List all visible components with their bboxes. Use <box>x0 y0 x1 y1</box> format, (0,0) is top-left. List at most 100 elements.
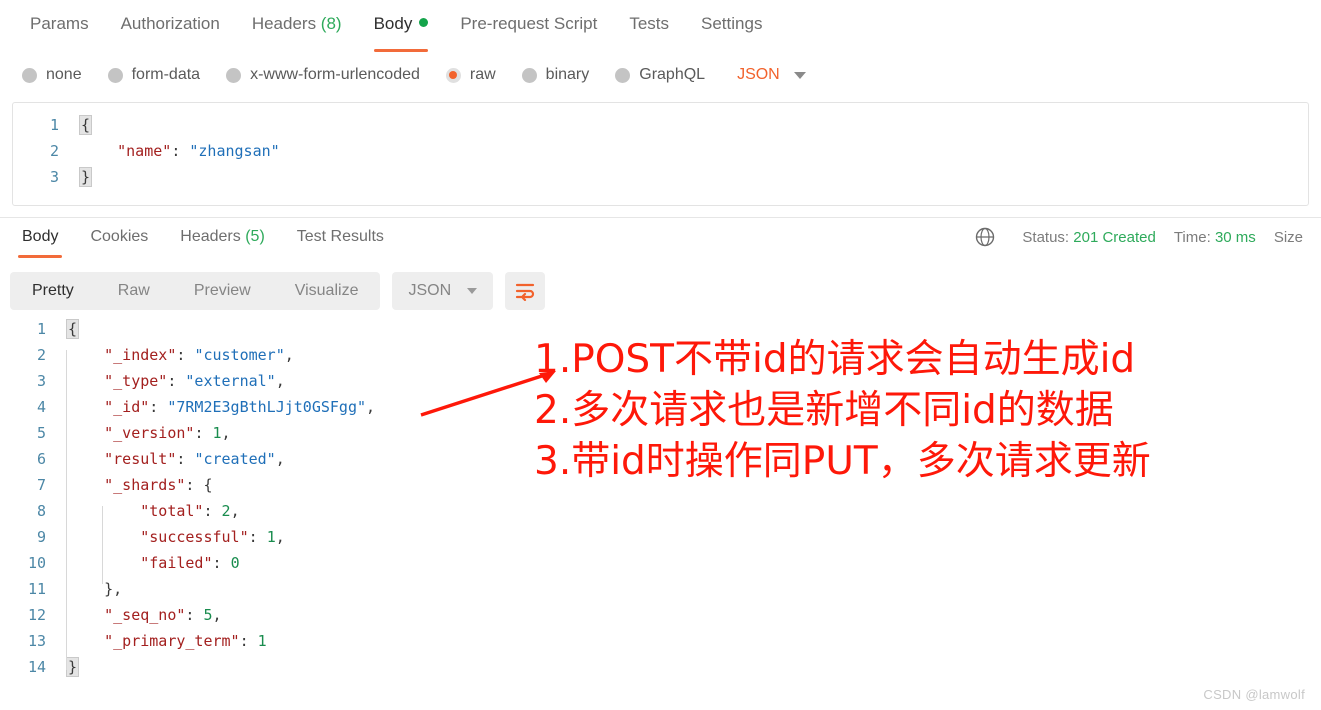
word-wrap-button[interactable] <box>505 272 546 310</box>
code-token: "_shards" <box>104 476 186 494</box>
code-token: "7RM2E3gBthLJjt0GSFgg" <box>167 398 367 416</box>
body-type-graphql[interactable]: GraphQL <box>615 66 705 84</box>
indent-guide <box>66 350 67 670</box>
request-tab-headers[interactable]: Headers (8) <box>236 0 358 35</box>
line-number: 10 <box>27 554 46 572</box>
request-tab-body[interactable]: Body <box>358 0 445 52</box>
code-line: 2 "name": "zhangsan" <box>13 138 1308 164</box>
body-type-label: GraphQL <box>639 66 706 83</box>
code-token: , <box>212 606 222 624</box>
response-tab-cookies[interactable]: Cookies <box>74 218 164 246</box>
code-token: , <box>366 398 376 416</box>
code-token: { <box>79 115 93 135</box>
code-text: "_primary_term": 1 <box>64 628 267 654</box>
line-number: 7 <box>36 476 46 494</box>
code-token: "_primary_term" <box>104 632 240 650</box>
code-token: 1 <box>257 632 267 650</box>
code-token: } <box>79 167 93 187</box>
response-view-toolbar: Pretty Raw Preview Visualize JSON <box>0 260 1321 312</box>
code-token: "_index" <box>104 346 177 364</box>
request-tab-label: Headers <box>251 14 317 33</box>
code-token: }, <box>68 580 123 598</box>
body-type-x-www-form-urlencoded[interactable]: x-www-form-urlencoded <box>226 66 420 84</box>
body-type-raw[interactable]: raw <box>445 66 496 84</box>
response-tab-body[interactable]: Body <box>6 218 74 258</box>
globe-icon[interactable] <box>974 226 996 248</box>
code-line: 1{ <box>13 112 1308 138</box>
line-number: 11 <box>27 580 46 598</box>
code-token: : <box>171 142 190 160</box>
body-modified-dot-icon <box>419 18 429 27</box>
line-number: 13 <box>27 632 46 650</box>
response-view-visualize[interactable]: Visualize <box>273 272 381 310</box>
request-tab-count: (8) <box>316 14 342 33</box>
response-tab-test-results[interactable]: Test Results <box>281 218 400 246</box>
request-tab-tests[interactable]: Tests <box>613 0 685 35</box>
response-format-select[interactable]: JSON <box>392 272 494 310</box>
body-type-label: raw <box>469 66 496 83</box>
request-tab-settings[interactable]: Settings <box>685 0 778 35</box>
code-text: "successful": 1, <box>64 524 285 550</box>
body-type-form-data[interactable]: form-data <box>107 66 201 84</box>
response-view-raw[interactable]: Raw <box>96 272 172 310</box>
body-type-none[interactable]: none <box>22 66 82 84</box>
code-text: "_seq_no": 5, <box>64 602 222 628</box>
body-format-select[interactable]: JSON <box>737 66 806 84</box>
request-tab-label: Params <box>30 14 89 33</box>
time-label: Time: <box>1173 228 1211 246</box>
radio-icon <box>22 67 37 83</box>
status-label: Status: <box>1022 228 1070 246</box>
code-line: 11 }, <box>0 576 1321 602</box>
response-tab-headers[interactable]: Headers (5) <box>164 218 280 246</box>
indent-guide-inner <box>102 506 103 584</box>
code-token: { <box>66 319 80 339</box>
code-text: "total": 2, <box>64 498 239 524</box>
request-body-editor[interactable]: 1{2 "name": "zhangsan" 3} <box>12 102 1309 206</box>
code-token: "zhangsan" <box>189 142 280 160</box>
response-view-preview[interactable]: Preview <box>172 272 273 310</box>
request-tab-authorization[interactable]: Authorization <box>105 0 236 35</box>
line-number: 4 <box>36 398 46 416</box>
code-text: "_index": "customer", <box>64 342 294 368</box>
annotation-line: 2.多次请求也是新增不同id的数据 <box>534 388 1114 433</box>
radio-icon <box>521 67 537 83</box>
code-token: "created" <box>194 450 276 468</box>
status-metric: Status: 201 Created <box>1022 229 1155 246</box>
code-token: , <box>221 424 231 442</box>
code-token: : <box>167 372 186 390</box>
response-tab-label: Test Results <box>296 228 384 245</box>
code-token: : { <box>185 476 213 494</box>
code-text: "_id": "7RM2E3gBthLJjt0GSFgg", <box>64 394 375 420</box>
request-tab-label: Settings <box>701 14 763 33</box>
line-number: 8 <box>36 502 46 520</box>
request-tab-pre-request-script[interactable]: Pre-request Script <box>444 0 613 35</box>
response-status-bar: Status: 201 Created Time: 30 ms Size <box>974 226 1321 248</box>
code-token: , <box>284 346 294 364</box>
code-token: , <box>275 450 285 468</box>
response-tab-bar: Body Cookies Headers (5) Test Results Statu… <box>0 218 1321 260</box>
body-type-label: x-www-form-urlencoded <box>250 66 420 83</box>
response-format-label: JSON <box>408 282 452 299</box>
response-tab-label: Cookies <box>90 228 149 245</box>
code-text: } <box>77 164 93 190</box>
response-tab-count: (5) <box>240 228 265 245</box>
body-type-label: form-data <box>131 66 201 83</box>
line-number: 3 <box>36 372 46 390</box>
request-tab-label: Pre-request Script <box>460 14 598 33</box>
request-tab-params[interactable]: Params <box>14 0 105 35</box>
code-token: : <box>212 554 231 572</box>
line-number: 1 <box>49 116 59 134</box>
body-format-label: JSON <box>737 66 780 83</box>
body-type-label: none <box>46 66 82 83</box>
code-token: , <box>275 372 285 390</box>
code-line: 8 "total": 2, <box>0 498 1321 524</box>
response-tab-label: Headers <box>180 228 241 245</box>
code-token: "result" <box>104 450 177 468</box>
body-type-binary[interactable]: binary <box>521 66 589 84</box>
response-view-pretty[interactable]: Pretty <box>10 272 96 310</box>
